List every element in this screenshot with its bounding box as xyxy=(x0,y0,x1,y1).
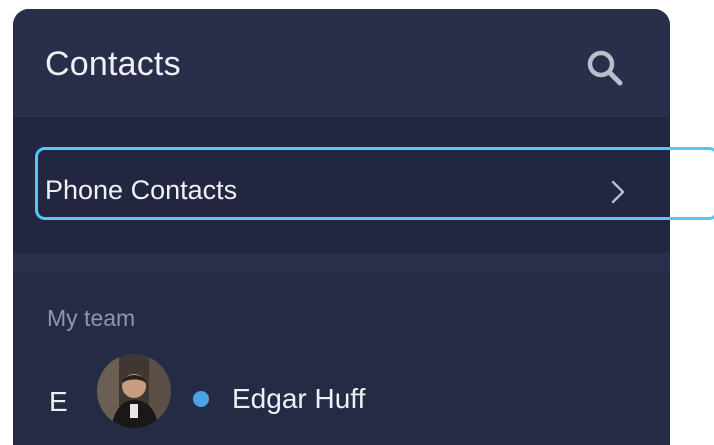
status-dot xyxy=(193,391,209,407)
chevron-right-icon xyxy=(611,180,625,204)
search-icon[interactable] xyxy=(585,48,625,88)
header: Contacts xyxy=(13,9,670,117)
contacts-panel: Contacts Phone Contacts My team E Edgar … xyxy=(13,9,670,445)
phone-contacts-label: Phone Contacts xyxy=(45,175,238,205)
section-divider xyxy=(13,253,670,273)
avatar xyxy=(97,354,171,428)
contact-row[interactable]: E Edgar Huff xyxy=(13,351,670,445)
index-letter: E xyxy=(49,386,68,417)
phone-contacts-row[interactable]: Phone Contacts xyxy=(13,117,670,253)
contact-name: Edgar Huff xyxy=(232,383,366,414)
page-title: Contacts xyxy=(45,45,181,83)
section-label-my-team: My team xyxy=(47,305,136,331)
